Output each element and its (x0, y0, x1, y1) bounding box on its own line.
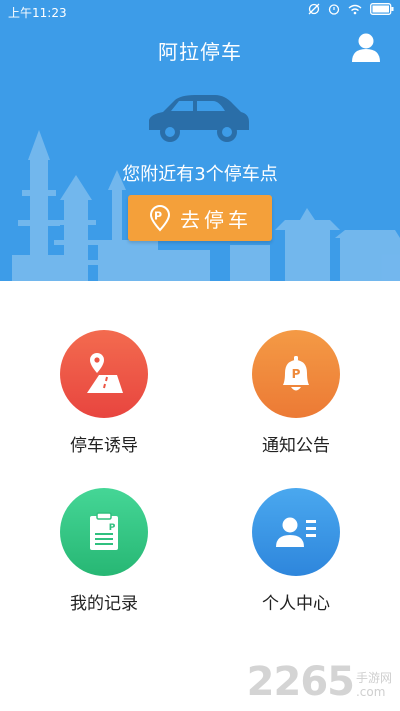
my-records-circle: P (60, 488, 148, 576)
watermark-text: 手游网 .com (356, 671, 392, 699)
mute-icon (308, 3, 320, 18)
personal-center-circle (252, 488, 340, 576)
go-parking-label: 去停车 (180, 207, 252, 232)
user-button[interactable] (352, 32, 380, 62)
status-icons (308, 3, 394, 18)
clipboard-icon: P (90, 512, 118, 550)
watermark-number: 2265 (246, 659, 355, 705)
svg-text:P: P (109, 523, 116, 533)
wifi-icon (348, 4, 362, 18)
watermark: 2265 手游网 .com (247, 659, 392, 705)
parking-guidance-circle (60, 330, 148, 418)
app-title: 阿拉停车 (158, 40, 242, 64)
menu-label-personal-center: 个人中心 (262, 594, 330, 614)
watermark-domain: .com (355, 685, 386, 699)
bell-icon: P (283, 356, 309, 391)
parking-pin-icon: P (149, 205, 171, 232)
hero-banner: 上午11:23 阿拉停车 您附近有3个停车点 P 去停车 (0, 0, 400, 281)
svg-text:P: P (154, 210, 166, 223)
status-bar: 上午11:23 (0, 0, 400, 22)
map-pin-road-icon (87, 353, 123, 393)
menu-label-my-records: 我的记录 (70, 594, 138, 614)
profile-card-icon (276, 517, 316, 547)
menu-parking-guidance[interactable]: 停车诱导 (24, 330, 184, 456)
car-icon (149, 95, 249, 142)
alarm-icon (328, 3, 340, 18)
user-icon (352, 33, 380, 62)
menu-personal-center[interactable]: 个人中心 (216, 488, 376, 614)
menu-my-records[interactable]: P 我的记录 (24, 488, 184, 614)
battery-icon (370, 3, 394, 18)
go-parking-button[interactable]: P 去停车 (128, 195, 272, 241)
nearby-parking-text: 您附近有3个停车点 (122, 164, 278, 185)
svg-text:P: P (292, 367, 301, 381)
menu-notices[interactable]: P 通知公告 (216, 330, 376, 456)
watermark-suffix: 手游网 (355, 671, 392, 685)
menu-label-parking-guidance: 停车诱导 (70, 436, 138, 456)
notices-circle: P (252, 330, 340, 418)
menu-label-notices: 通知公告 (262, 436, 330, 456)
status-time: 上午11:23 (8, 6, 67, 20)
